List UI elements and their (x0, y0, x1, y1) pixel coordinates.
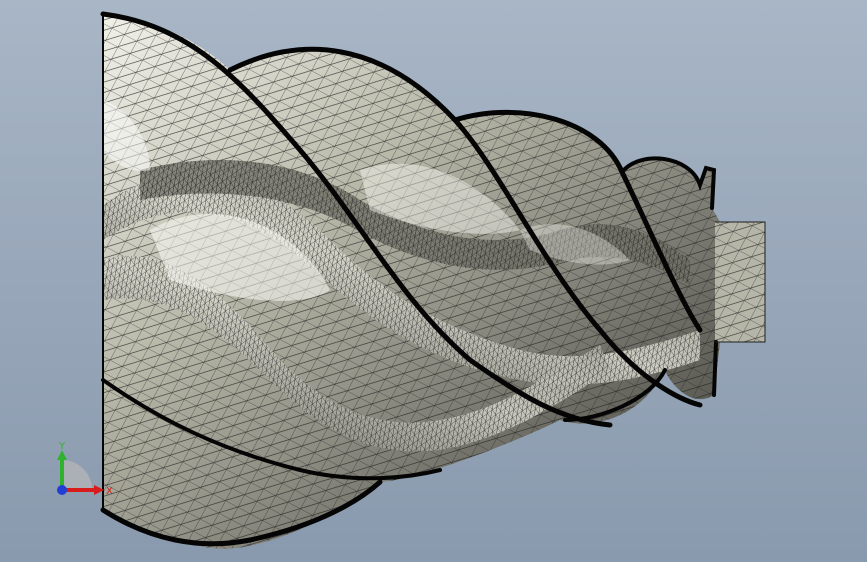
triad-quadrant (62, 460, 92, 490)
z-axis-dot (57, 485, 67, 495)
x-axis-label: X (106, 486, 113, 497)
orientation-triad[interactable]: Y X (52, 440, 122, 510)
screw-rotor-model[interactable] (0, 0, 867, 562)
x-axis-arrowhead (94, 485, 104, 495)
graphics-viewport[interactable]: Y X (0, 0, 867, 562)
y-axis-label: Y (58, 441, 66, 452)
